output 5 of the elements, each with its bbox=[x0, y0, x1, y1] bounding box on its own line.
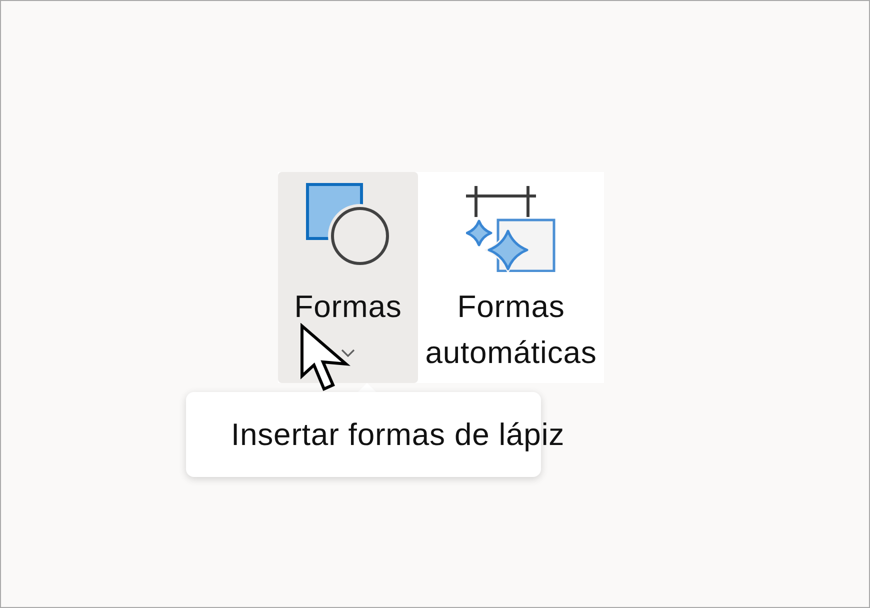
caret-icon bbox=[341, 349, 355, 357]
square-circle-icon bbox=[306, 183, 390, 265]
tooltip-text: Insertar formas de lápiz bbox=[231, 416, 565, 454]
ribbon-button[interactable]: Formas automáticas bbox=[418, 172, 604, 383]
sparkle-square-icon bbox=[466, 186, 556, 272]
